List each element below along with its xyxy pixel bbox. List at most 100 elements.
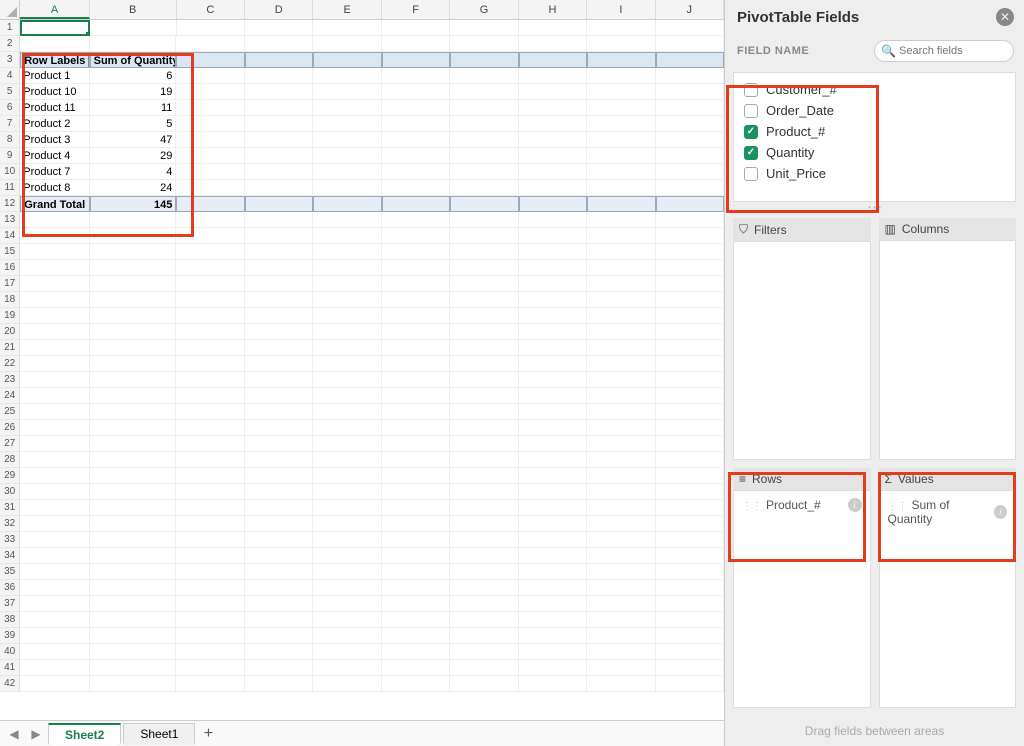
cell[interactable] bbox=[20, 548, 89, 564]
cell[interactable] bbox=[382, 596, 450, 612]
cell[interactable] bbox=[313, 468, 381, 484]
cell[interactable] bbox=[176, 276, 244, 292]
cell[interactable] bbox=[382, 356, 450, 372]
cell[interactable] bbox=[587, 436, 655, 452]
sheet-tab-active[interactable]: Sheet2 bbox=[48, 723, 121, 745]
cell[interactable]: Grand Total bbox=[20, 196, 89, 212]
cell[interactable] bbox=[587, 676, 655, 692]
row-header[interactable]: 12 bbox=[0, 196, 20, 212]
cell[interactable] bbox=[313, 180, 381, 196]
cell[interactable] bbox=[90, 596, 177, 612]
cell[interactable] bbox=[450, 564, 518, 580]
cell[interactable] bbox=[20, 564, 89, 580]
cell[interactable] bbox=[20, 628, 89, 644]
cell[interactable] bbox=[656, 452, 724, 468]
cell[interactable] bbox=[176, 36, 244, 52]
checkbox[interactable] bbox=[744, 167, 758, 181]
cell[interactable] bbox=[176, 340, 244, 356]
cell[interactable] bbox=[90, 20, 177, 36]
cell[interactable] bbox=[382, 676, 450, 692]
cell[interactable] bbox=[450, 132, 518, 148]
cell[interactable] bbox=[656, 532, 724, 548]
cell[interactable] bbox=[90, 580, 177, 596]
info-icon[interactable]: i bbox=[848, 498, 862, 512]
cell[interactable]: 47 bbox=[90, 132, 177, 148]
cell[interactable] bbox=[519, 84, 587, 100]
cell[interactable] bbox=[382, 132, 450, 148]
cell[interactable] bbox=[519, 52, 587, 68]
row-header[interactable]: 14 bbox=[0, 228, 20, 244]
cell[interactable] bbox=[20, 292, 89, 308]
cell[interactable] bbox=[587, 20, 655, 36]
cell[interactable] bbox=[176, 420, 244, 436]
tab-nav-prev[interactable]: ◀ bbox=[4, 724, 24, 744]
cell[interactable] bbox=[450, 612, 518, 628]
cell[interactable] bbox=[382, 180, 450, 196]
cell[interactable] bbox=[176, 628, 244, 644]
cell[interactable] bbox=[587, 404, 655, 420]
cell[interactable] bbox=[450, 100, 518, 116]
cell[interactable] bbox=[382, 436, 450, 452]
cell[interactable] bbox=[245, 84, 313, 100]
field-item[interactable]: Product_# bbox=[734, 121, 1015, 142]
cell[interactable] bbox=[519, 628, 587, 644]
cell[interactable] bbox=[587, 84, 655, 100]
cell[interactable] bbox=[176, 292, 244, 308]
row-header[interactable]: 33 bbox=[0, 532, 20, 548]
cell[interactable] bbox=[245, 548, 313, 564]
cell[interactable] bbox=[20, 420, 89, 436]
cell[interactable] bbox=[90, 276, 177, 292]
cell[interactable] bbox=[313, 276, 381, 292]
cell[interactable] bbox=[587, 452, 655, 468]
cell[interactable] bbox=[450, 644, 518, 660]
cell[interactable] bbox=[519, 532, 587, 548]
cell[interactable] bbox=[587, 388, 655, 404]
row-header[interactable]: 20 bbox=[0, 324, 20, 340]
cell[interactable] bbox=[245, 372, 313, 388]
cell[interactable] bbox=[587, 500, 655, 516]
cell[interactable] bbox=[382, 164, 450, 180]
cell[interactable] bbox=[587, 308, 655, 324]
cell[interactable] bbox=[245, 388, 313, 404]
cell[interactable] bbox=[176, 196, 244, 212]
cell[interactable] bbox=[90, 676, 177, 692]
cell[interactable] bbox=[656, 324, 724, 340]
cell[interactable] bbox=[245, 564, 313, 580]
cell[interactable] bbox=[313, 52, 381, 68]
cell[interactable] bbox=[587, 68, 655, 84]
cell[interactable] bbox=[656, 196, 724, 212]
cell[interactable] bbox=[519, 180, 587, 196]
col-header-F[interactable]: F bbox=[382, 0, 450, 19]
cell[interactable] bbox=[519, 228, 587, 244]
cell[interactable] bbox=[450, 484, 518, 500]
cell[interactable] bbox=[656, 404, 724, 420]
cell[interactable] bbox=[656, 436, 724, 452]
cell[interactable] bbox=[90, 420, 177, 436]
col-header-C[interactable]: C bbox=[177, 0, 245, 19]
cell[interactable] bbox=[519, 68, 587, 84]
cell[interactable] bbox=[656, 84, 724, 100]
cell[interactable] bbox=[20, 356, 89, 372]
cell[interactable] bbox=[587, 628, 655, 644]
cell[interactable] bbox=[20, 660, 89, 676]
cell[interactable] bbox=[90, 356, 177, 372]
row-header[interactable]: 27 bbox=[0, 436, 20, 452]
row-header[interactable]: 13 bbox=[0, 212, 20, 228]
cell[interactable] bbox=[245, 244, 313, 260]
col-header-H[interactable]: H bbox=[519, 0, 587, 19]
row-header[interactable]: 8 bbox=[0, 132, 20, 148]
cell[interactable] bbox=[313, 356, 381, 372]
filters-area[interactable]: ⛉Filters bbox=[733, 218, 871, 460]
cell[interactable] bbox=[587, 644, 655, 660]
cell[interactable] bbox=[313, 68, 381, 84]
row-header[interactable]: 3 bbox=[0, 52, 20, 68]
cell[interactable] bbox=[587, 164, 655, 180]
cell[interactable] bbox=[450, 228, 518, 244]
row-header[interactable]: 36 bbox=[0, 580, 20, 596]
cell[interactable] bbox=[519, 436, 587, 452]
cell[interactable] bbox=[90, 484, 177, 500]
cell[interactable] bbox=[313, 228, 381, 244]
cell[interactable] bbox=[313, 484, 381, 500]
cell[interactable] bbox=[656, 628, 724, 644]
cell[interactable] bbox=[313, 324, 381, 340]
